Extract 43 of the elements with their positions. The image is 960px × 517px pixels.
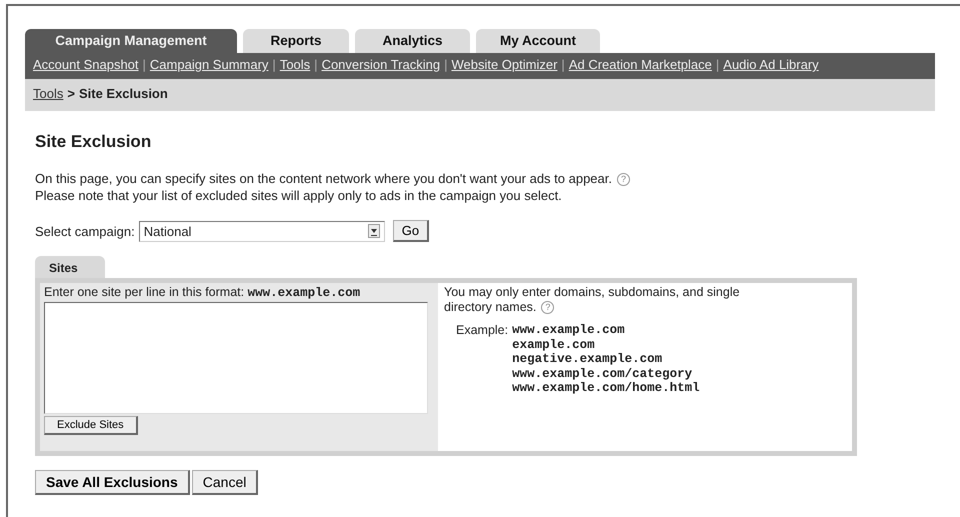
separator: |: [272, 57, 276, 72]
breadcrumb-separator: >: [67, 86, 75, 101]
nav-tab[interactable]: Analytics: [355, 29, 470, 53]
breadcrumb-link[interactable]: Tools: [33, 86, 64, 101]
separator: |: [142, 57, 146, 72]
save-button[interactable]: Save All Exclusions: [35, 470, 190, 495]
example-url: www.example.com/category: [512, 366, 694, 381]
nav-tab[interactable]: Campaign Management: [25, 29, 237, 53]
help-icon[interactable]: ?: [541, 301, 554, 314]
nav-link[interactable]: Audio Ad Library: [723, 57, 819, 72]
example-url: www.example.com/home.html: [512, 381, 700, 396]
instruction-text: Enter one site per line in this format: www.example.com: [44, 285, 362, 300]
nav-link[interactable]: Campaign Summary: [150, 57, 268, 72]
example-label: Example:: [456, 323, 508, 339]
separator: |: [716, 57, 720, 72]
campaign-label: Select campaign:: [35, 224, 135, 238]
intro-text: On this page, you can specify sites on the content network where you don't want your ads to appear.: [35, 171, 612, 186]
breadcrumb-current: Site Exclusion: [78, 86, 168, 101]
separator: |: [561, 57, 565, 72]
nav-tab[interactable]: Reports: [243, 29, 349, 53]
separator: |: [314, 57, 318, 72]
nav-link[interactable]: Tools: [280, 57, 310, 72]
sites-textarea[interactable]: [44, 302, 428, 414]
cancel-button[interactable]: Cancel: [192, 470, 258, 495]
caret-icon: [368, 224, 380, 238]
nav-tab[interactable]: My Account: [476, 29, 600, 53]
help-icon[interactable]: ?: [617, 173, 630, 186]
campaign-select[interactable]: National: [138, 220, 385, 242]
example-url: example.com: [512, 338, 596, 352]
go-button[interactable]: Go: [392, 220, 430, 242]
page-heading: Site Exclusion: [35, 132, 152, 152]
example-url: www.example.com: [512, 323, 626, 338]
nav-link[interactable]: Ad Creation Marketplace: [568, 57, 712, 72]
nav-link[interactable]: Account Snapshot: [33, 57, 139, 72]
sites-tab[interactable]: Sites: [35, 256, 105, 278]
nav-link[interactable]: Website Optimizer: [451, 57, 558, 72]
example-url: negative.example.com: [512, 352, 664, 366]
nav-link[interactable]: Conversion Tracking: [322, 57, 440, 72]
intro-text: Please note that your list of excluded sites will apply only to ads in the campaign you select.: [35, 188, 562, 203]
note-text: You may only enter domains, subdomains, and single: [444, 285, 740, 299]
separator: |: [444, 57, 448, 72]
exclude-sites-button[interactable]: Exclude Sites: [44, 416, 138, 435]
note-text: directory names.: [444, 300, 536, 314]
